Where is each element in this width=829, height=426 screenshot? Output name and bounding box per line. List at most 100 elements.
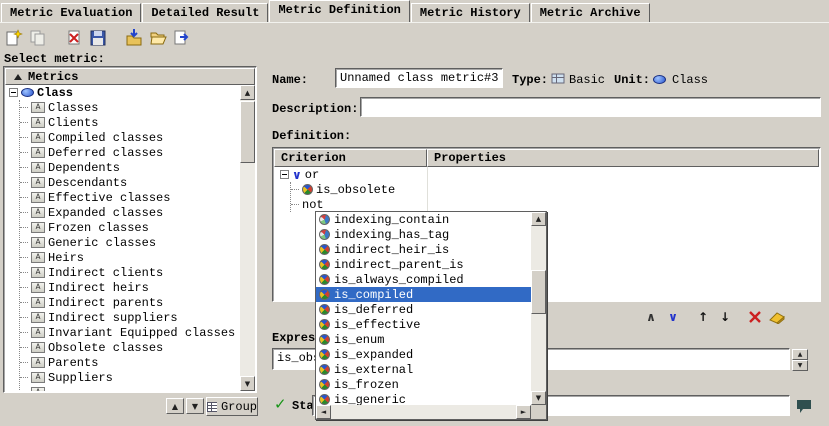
move-up-icon[interactable]: ↑ <box>692 308 714 326</box>
delete-criterion-icon[interactable] <box>744 308 766 326</box>
tree-item-indirect-parents[interactable]: Indirect parents <box>20 295 240 310</box>
tree-item-deferred-classes[interactable]: Deferred classes <box>20 145 240 160</box>
scroll-up-icon[interactable]: ▲ <box>531 212 546 226</box>
dropdown-item-selected-is-compiled[interactable]: is_compiled <box>316 287 531 302</box>
sort-ascending-icon <box>14 74 22 80</box>
collapse-icon[interactable] <box>9 88 18 97</box>
tree-item-obsolete-classes[interactable]: Obsolete classes <box>20 340 240 355</box>
criterion-label: not <box>302 198 324 212</box>
tree-item-label: Heirs <box>48 251 84 265</box>
tree-item-indirect-heirs[interactable]: Indirect heirs <box>20 280 240 295</box>
criterion-icon <box>319 244 330 255</box>
dropdown-item-label: indirect_heir_is <box>334 243 449 257</box>
eraser-icon <box>768 310 786 324</box>
tree-item-label: Indirect heirs <box>48 281 149 295</box>
name-input[interactable]: Unnamed class metric#3 <box>335 68 503 88</box>
new-metric-button[interactable] <box>2 26 26 50</box>
tree-item-parents[interactable]: Parents <box>20 355 240 370</box>
comment-button[interactable] <box>794 397 814 415</box>
tree-scrollbar[interactable]: ▲ ▼ <box>240 85 255 391</box>
metric-icon <box>31 357 45 368</box>
tree-item-dependents[interactable]: Dependents <box>20 160 240 175</box>
tree-item-generic-classes[interactable]: Generic classes <box>20 235 240 250</box>
properties-column-header[interactable]: Properties <box>427 149 819 167</box>
clear-definition-icon[interactable] <box>766 308 788 326</box>
tree-item-indirect-clients[interactable]: Indirect clients <box>20 265 240 280</box>
tree-item-heirs[interactable]: Heirs <box>20 250 240 265</box>
or-criterion-icon[interactable]: ∨ <box>662 308 684 326</box>
metric-icon <box>31 102 45 113</box>
tab-metric-history[interactable]: Metric History <box>411 3 530 22</box>
tree-root-class[interactable]: Class <box>5 85 240 100</box>
tree-item-frozen-classes[interactable]: Frozen classes <box>20 220 240 235</box>
tree-item-classes[interactable]: Classes <box>20 100 240 115</box>
tree-item-suppliers[interactable]: Suppliers <box>20 370 240 385</box>
tree-item-clients[interactable]: Clients <box>20 115 240 130</box>
tree-column-header[interactable]: Metrics <box>5 68 255 85</box>
dropdown-item-is-effective[interactable]: is_effective <box>316 317 531 332</box>
dropdown-item-is-expanded[interactable]: is_expanded <box>316 347 531 362</box>
scroll-left-icon[interactable]: ◄ <box>316 405 331 419</box>
criterion-row-not[interactable]: not <box>291 197 819 212</box>
tab-detailed-result[interactable]: Detailed Result <box>142 3 268 22</box>
move-metric-down-button[interactable]: ▼ <box>186 398 204 414</box>
scroll-up-icon[interactable]: ▲ <box>792 349 808 360</box>
criterion-column-header[interactable]: Criterion <box>274 149 427 167</box>
scroll-down-icon[interactable]: ▼ <box>792 360 808 371</box>
scroll-down-icon[interactable]: ▼ <box>240 376 255 391</box>
import-metrics-button[interactable] <box>122 26 146 50</box>
tree-item-label: Generic classes <box>48 236 156 250</box>
dropdown-item-indirect-heir-is[interactable]: indirect_heir_is <box>316 242 531 257</box>
tree-scrollbar-thumb[interactable] <box>240 101 255 163</box>
tab-metric-evaluation[interactable]: Metric Evaluation <box>1 3 141 22</box>
dropdown-item-is-frozen[interactable]: is_frozen <box>316 377 531 392</box>
tree-item-compiled-classes[interactable]: Compiled classes <box>20 130 240 145</box>
tree-item-invariant-equipped-classes[interactable]: Invariant Equipped classes <box>20 325 240 340</box>
criterion-icon <box>302 184 313 195</box>
dropdown-scrollbar-thumb[interactable] <box>531 270 546 314</box>
tree-item-label: Clients <box>48 116 98 130</box>
copy-metric-icon <box>28 28 48 48</box>
collapse-icon[interactable] <box>280 170 289 179</box>
dropdown-item-indexing-contain[interactable]: indexing_contain <box>316 212 531 227</box>
dropdown-item-is-generic[interactable]: is_generic <box>316 392 531 405</box>
dropdown-item-is-external[interactable]: is_external <box>316 362 531 377</box>
dropdown-item-indexing-has-tag[interactable]: indexing_has_tag <box>316 227 531 242</box>
description-input[interactable] <box>360 97 821 117</box>
save-metric-button[interactable] <box>86 26 110 50</box>
type-value: Basic <box>569 73 605 87</box>
export-metrics-button[interactable] <box>170 26 194 50</box>
dropdown-horizontal-scrollbar[interactable]: ◄ ► <box>316 405 531 419</box>
dropdown-item-label: is_expanded <box>334 348 413 362</box>
criterion-icon <box>319 379 330 390</box>
scroll-down-icon[interactable]: ▼ <box>531 391 546 405</box>
open-metrics-button[interactable] <box>146 26 170 50</box>
tab-metric-definition[interactable]: Metric Definition <box>269 0 409 22</box>
tree-item-effective-classes[interactable]: Effective classes <box>20 190 240 205</box>
delete-metric-button[interactable] <box>62 26 86 50</box>
dropdown-item-label: is_generic <box>334 393 406 406</box>
tab-metric-archive[interactable]: Metric Archive <box>531 3 650 22</box>
dropdown-vertical-scrollbar[interactable]: ▲ ▼ <box>531 212 546 405</box>
scroll-right-icon[interactable]: ► <box>516 405 531 419</box>
group-grid-icon <box>207 402 217 412</box>
definition-label: Definition: <box>272 129 351 143</box>
criterion-row-is-obsolete[interactable]: is_obsolete <box>291 182 819 197</box>
dropdown-item-indirect-parent-is[interactable]: indirect_parent_is <box>316 257 531 272</box>
tree-item-indirect-suppliers[interactable]: Indirect suppliers <box>20 310 240 325</box>
scroll-up-icon[interactable]: ▲ <box>240 85 255 100</box>
dropdown-item-is-enum[interactable]: is_enum <box>316 332 531 347</box>
group-toggle-button[interactable]: Group <box>206 397 258 416</box>
comment-icon <box>794 397 814 415</box>
copy-metric-button[interactable] <box>26 26 50 50</box>
tab-strip-divider <box>0 22 829 24</box>
tree-item-clipped[interactable] <box>20 385 240 391</box>
move-metric-up-button[interactable]: ▲ <box>166 398 184 414</box>
criterion-row-or[interactable]: or <box>274 167 819 182</box>
and-criterion-icon[interactable]: ∧ <box>640 308 662 326</box>
dropdown-item-is-deferred[interactable]: is_deferred <box>316 302 531 317</box>
move-down-icon[interactable]: ↓ <box>714 308 736 326</box>
dropdown-item-is-always-compiled[interactable]: is_always_compiled <box>316 272 531 287</box>
tree-item-expanded-classes[interactable]: Expanded classes <box>20 205 240 220</box>
tree-item-descendants[interactable]: Descendants <box>20 175 240 190</box>
